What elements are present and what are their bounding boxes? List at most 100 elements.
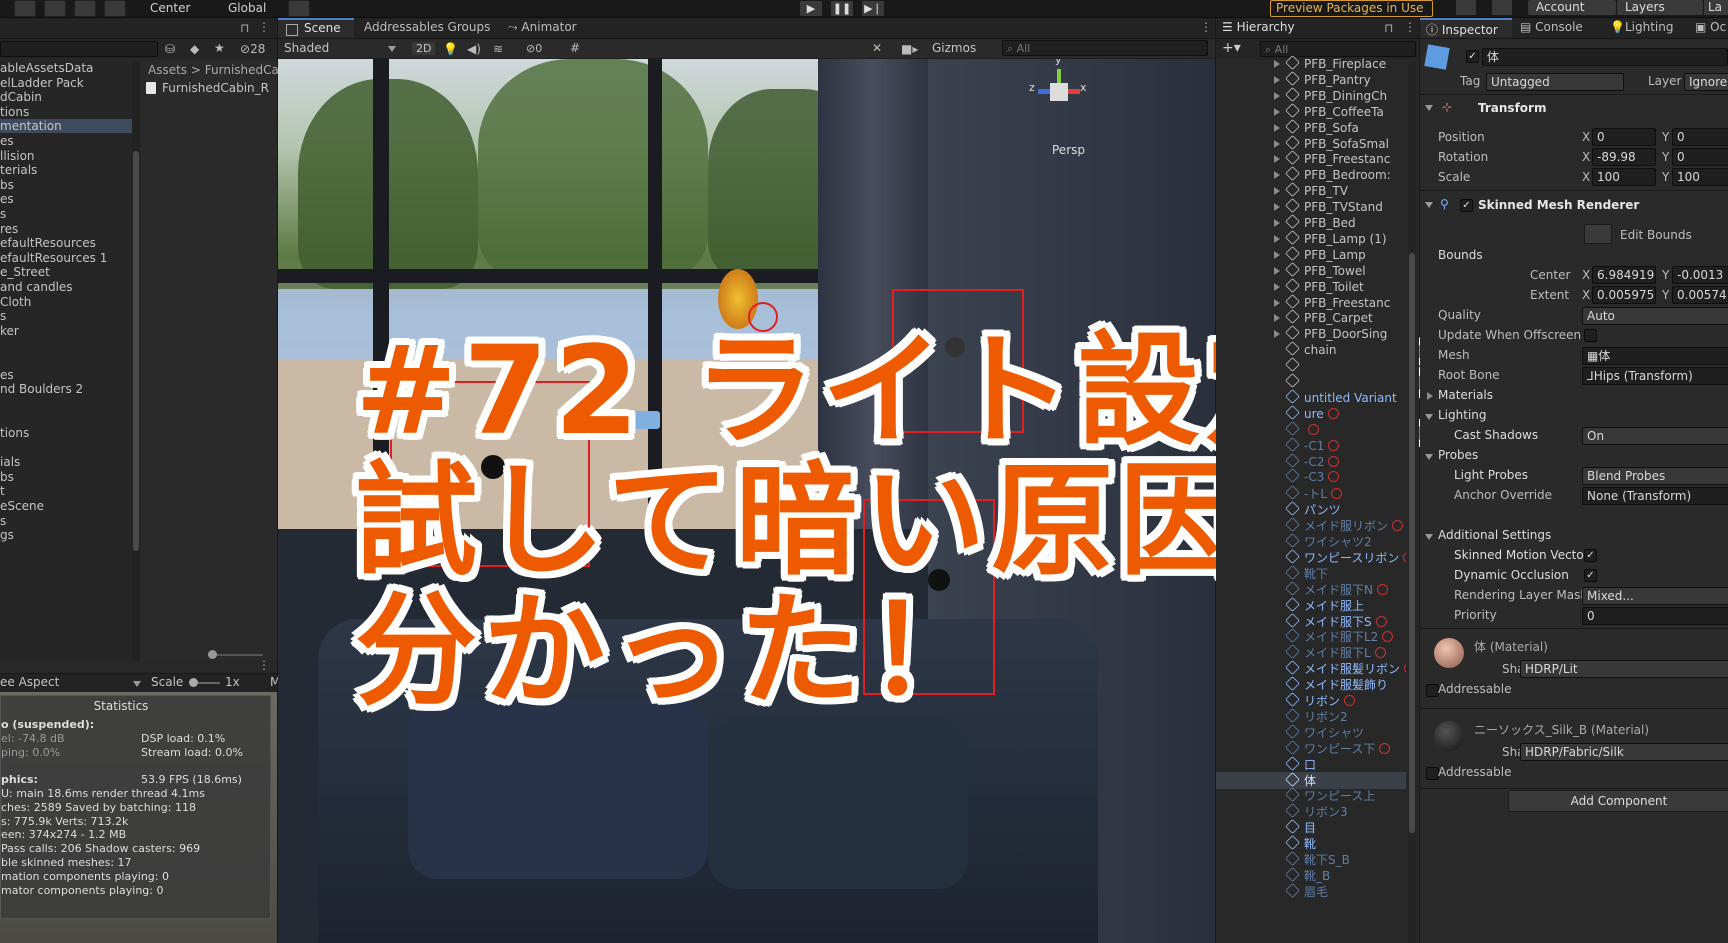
hierarchy-item[interactable]: PFB_SofaSmal: [1274, 134, 1389, 151]
hierarchy-item[interactable]: PFB_Towel: [1274, 261, 1366, 278]
hierarchy-item[interactable]: PFB_CoffeeTa: [1274, 102, 1384, 119]
hierarchy-item[interactable]: PFB_Freestanc: [1274, 150, 1390, 166]
probes-label[interactable]: Probes: [1438, 448, 1478, 462]
hierarchy-item[interactable]: -C2: [1285, 452, 1340, 469]
expand-arrow-icon[interactable]: [1274, 203, 1280, 212]
tab-animator[interactable]: ⤳ Animator: [508, 20, 577, 35]
mesh-field[interactable]: ▦体: [1582, 347, 1728, 365]
game-menu-icon[interactable]: ⋮: [258, 658, 270, 672]
materials-foldout-icon[interactable]: [1427, 392, 1433, 400]
gizmo-z-axis[interactable]: [1038, 89, 1050, 94]
expand-arrow-icon[interactable]: [1274, 171, 1280, 180]
scene-orientation-gizmo[interactable]: y x z Persp: [1024, 59, 1104, 159]
hierarchy-item[interactable]: メイド服下L2: [1285, 628, 1394, 645]
scene-menu-icon[interactable]: ⋮: [1200, 20, 1212, 34]
additional-settings-label[interactable]: Additional Settings: [1438, 528, 1551, 542]
rotation-x-field[interactable]: -89.98: [1592, 148, 1656, 166]
effects-icon[interactable]: ≋: [493, 42, 503, 56]
account-dropdown[interactable]: Account: [1528, 0, 1616, 15]
hierarchy-item[interactable]: ワイシャツ: [1285, 723, 1364, 741]
folder-item[interactable]: efaultResources 1: [0, 251, 132, 265]
folder-item[interactable]: Cloth: [0, 295, 132, 309]
lock-icon[interactable]: ⊓: [240, 21, 249, 35]
pivot-center-button[interactable]: Center: [150, 1, 190, 15]
rect-tool-button[interactable]: [14, 0, 36, 17]
hierarchy-item[interactable]: PFB_Fireplace: [1274, 56, 1386, 71]
scale-x-field[interactable]: 100: [1592, 168, 1656, 186]
center-x-field[interactable]: 6.984919e: [1592, 266, 1656, 284]
hierarchy-item[interactable]: メイド服髪飾り: [1285, 676, 1388, 693]
folder-item[interactable]: s: [0, 514, 132, 528]
extent-x-field[interactable]: 0.005975: [1592, 286, 1656, 304]
add-component-button[interactable]: Add Component: [1508, 790, 1728, 812]
folder-item[interactable]: ials: [0, 455, 132, 469]
folder-item[interactable]: ker: [0, 324, 132, 338]
hierarchy-item[interactable]: メイド服髪リボン: [1285, 660, 1406, 677]
expand-arrow-icon[interactable]: [1274, 155, 1280, 164]
camera-icon[interactable]: ■▸: [901, 42, 918, 56]
hierarchy-item[interactable]: 口: [1285, 755, 1316, 773]
shader-dropdown[interactable]: HDRP/Lit: [1520, 660, 1728, 678]
project-search-input[interactable]: [0, 41, 158, 57]
folder-item[interactable]: ableAssetsData: [0, 61, 132, 75]
object-active-checkbox[interactable]: ✓: [1466, 50, 1479, 63]
hierarchy-item[interactable]: ワイシャツ2: [1285, 533, 1372, 550]
breadcrumb-leaf[interactable]: FurnishedCal: [205, 63, 282, 77]
play-button[interactable]: ▶: [800, 1, 822, 16]
expand-arrow-icon[interactable]: [1274, 266, 1280, 275]
expand-arrow-icon[interactable]: [1274, 250, 1280, 259]
shader-dropdown[interactable]: HDRP/Fabric/Silk: [1520, 743, 1728, 761]
additional-foldout-icon[interactable]: [1425, 534, 1433, 540]
folder-item[interactable]: es: [0, 368, 132, 382]
shading-mode-dropdown[interactable]: Shaded: [284, 41, 329, 55]
smr-enabled-checkbox[interactable]: ✓: [1460, 199, 1473, 212]
hierarchy-item[interactable]: PFB_Sofa: [1274, 118, 1359, 135]
hierarchy-item[interactable]: PFB_Bed: [1274, 214, 1356, 230]
tag-dropdown[interactable]: Untagged: [1486, 73, 1624, 91]
hierarchy-item[interactable]: PFB_Lamp: [1274, 245, 1366, 262]
custom-tool-button[interactable]: [74, 0, 96, 17]
menu-icon[interactable]: ⋮: [1404, 20, 1416, 34]
transform-title[interactable]: Transform: [1478, 101, 1546, 115]
tab-occlusion[interactable]: ▣ Oc: [1695, 20, 1726, 34]
expand-arrow-icon[interactable]: [1274, 314, 1280, 323]
folder-item[interactable]: res: [0, 222, 132, 236]
folder-item[interactable]: es: [0, 192, 132, 206]
hierarchy-item[interactable]: 靴下S_B: [1285, 851, 1350, 868]
dynamic-occlusion-checkbox[interactable]: ✓: [1584, 569, 1597, 582]
hierarchy-item[interactable]: chain: [1285, 341, 1337, 357]
hierarchy-item[interactable]: 眉毛: [1285, 882, 1328, 900]
position-y-field[interactable]: 0: [1672, 128, 1728, 146]
add-object-button[interactable]: +▾: [1222, 40, 1241, 56]
hierarchy-item[interactable]: -C1: [1285, 436, 1340, 453]
priority-field[interactable]: 0: [1582, 607, 1728, 625]
step-button[interactable]: ▶❘: [862, 1, 884, 16]
hierarchy-item[interactable]: メイド服下L: [1285, 644, 1386, 661]
folder-item[interactable]: terials: [0, 163, 132, 177]
hierarchy-item[interactable]: ワンピース下: [1285, 739, 1391, 757]
favorite-icon[interactable]: ★: [214, 41, 225, 55]
hierarchy-item[interactable]: 目: [1285, 819, 1316, 836]
hierarchy-item[interactable]: [1285, 357, 1304, 373]
hierarchy-item[interactable]: ure: [1285, 404, 1339, 421]
hierarchy-item[interactable]: PFB_Carpet: [1274, 309, 1373, 325]
folder-item[interactable]: llision: [0, 149, 132, 163]
center-y-field[interactable]: -0.0013: [1672, 266, 1728, 284]
cast-shadows-dropdown[interactable]: On: [1582, 427, 1728, 445]
tab-addressables-groups[interactable]: Addressables Groups: [364, 20, 490, 34]
audio-toggle-icon[interactable]: ◀): [467, 42, 481, 56]
expand-arrow-icon[interactable]: [1274, 187, 1280, 196]
tree-scrollbar[interactable]: [132, 61, 140, 661]
hierarchy-item[interactable]: PFB_Pantry: [1274, 71, 1371, 87]
tab-scene[interactable]: Scene: [278, 18, 354, 38]
scale-slider-thumb[interactable]: [189, 678, 198, 687]
folder-item[interactable]: es: [0, 134, 132, 148]
layer-dropdown[interactable]: Ignore R: [1684, 73, 1728, 91]
folder-item[interactable]: bs: [0, 178, 132, 192]
hierarchy-item[interactable]: [1285, 420, 1319, 437]
gizmo-y-axis[interactable]: [1057, 69, 1061, 83]
hierarchy-item[interactable]: リボン: [1285, 692, 1356, 709]
label-icon[interactable]: ◆: [190, 42, 199, 56]
quality-dropdown[interactable]: Auto: [1582, 307, 1728, 325]
hierarchy-item[interactable]: メイド服下S: [1285, 612, 1387, 630]
